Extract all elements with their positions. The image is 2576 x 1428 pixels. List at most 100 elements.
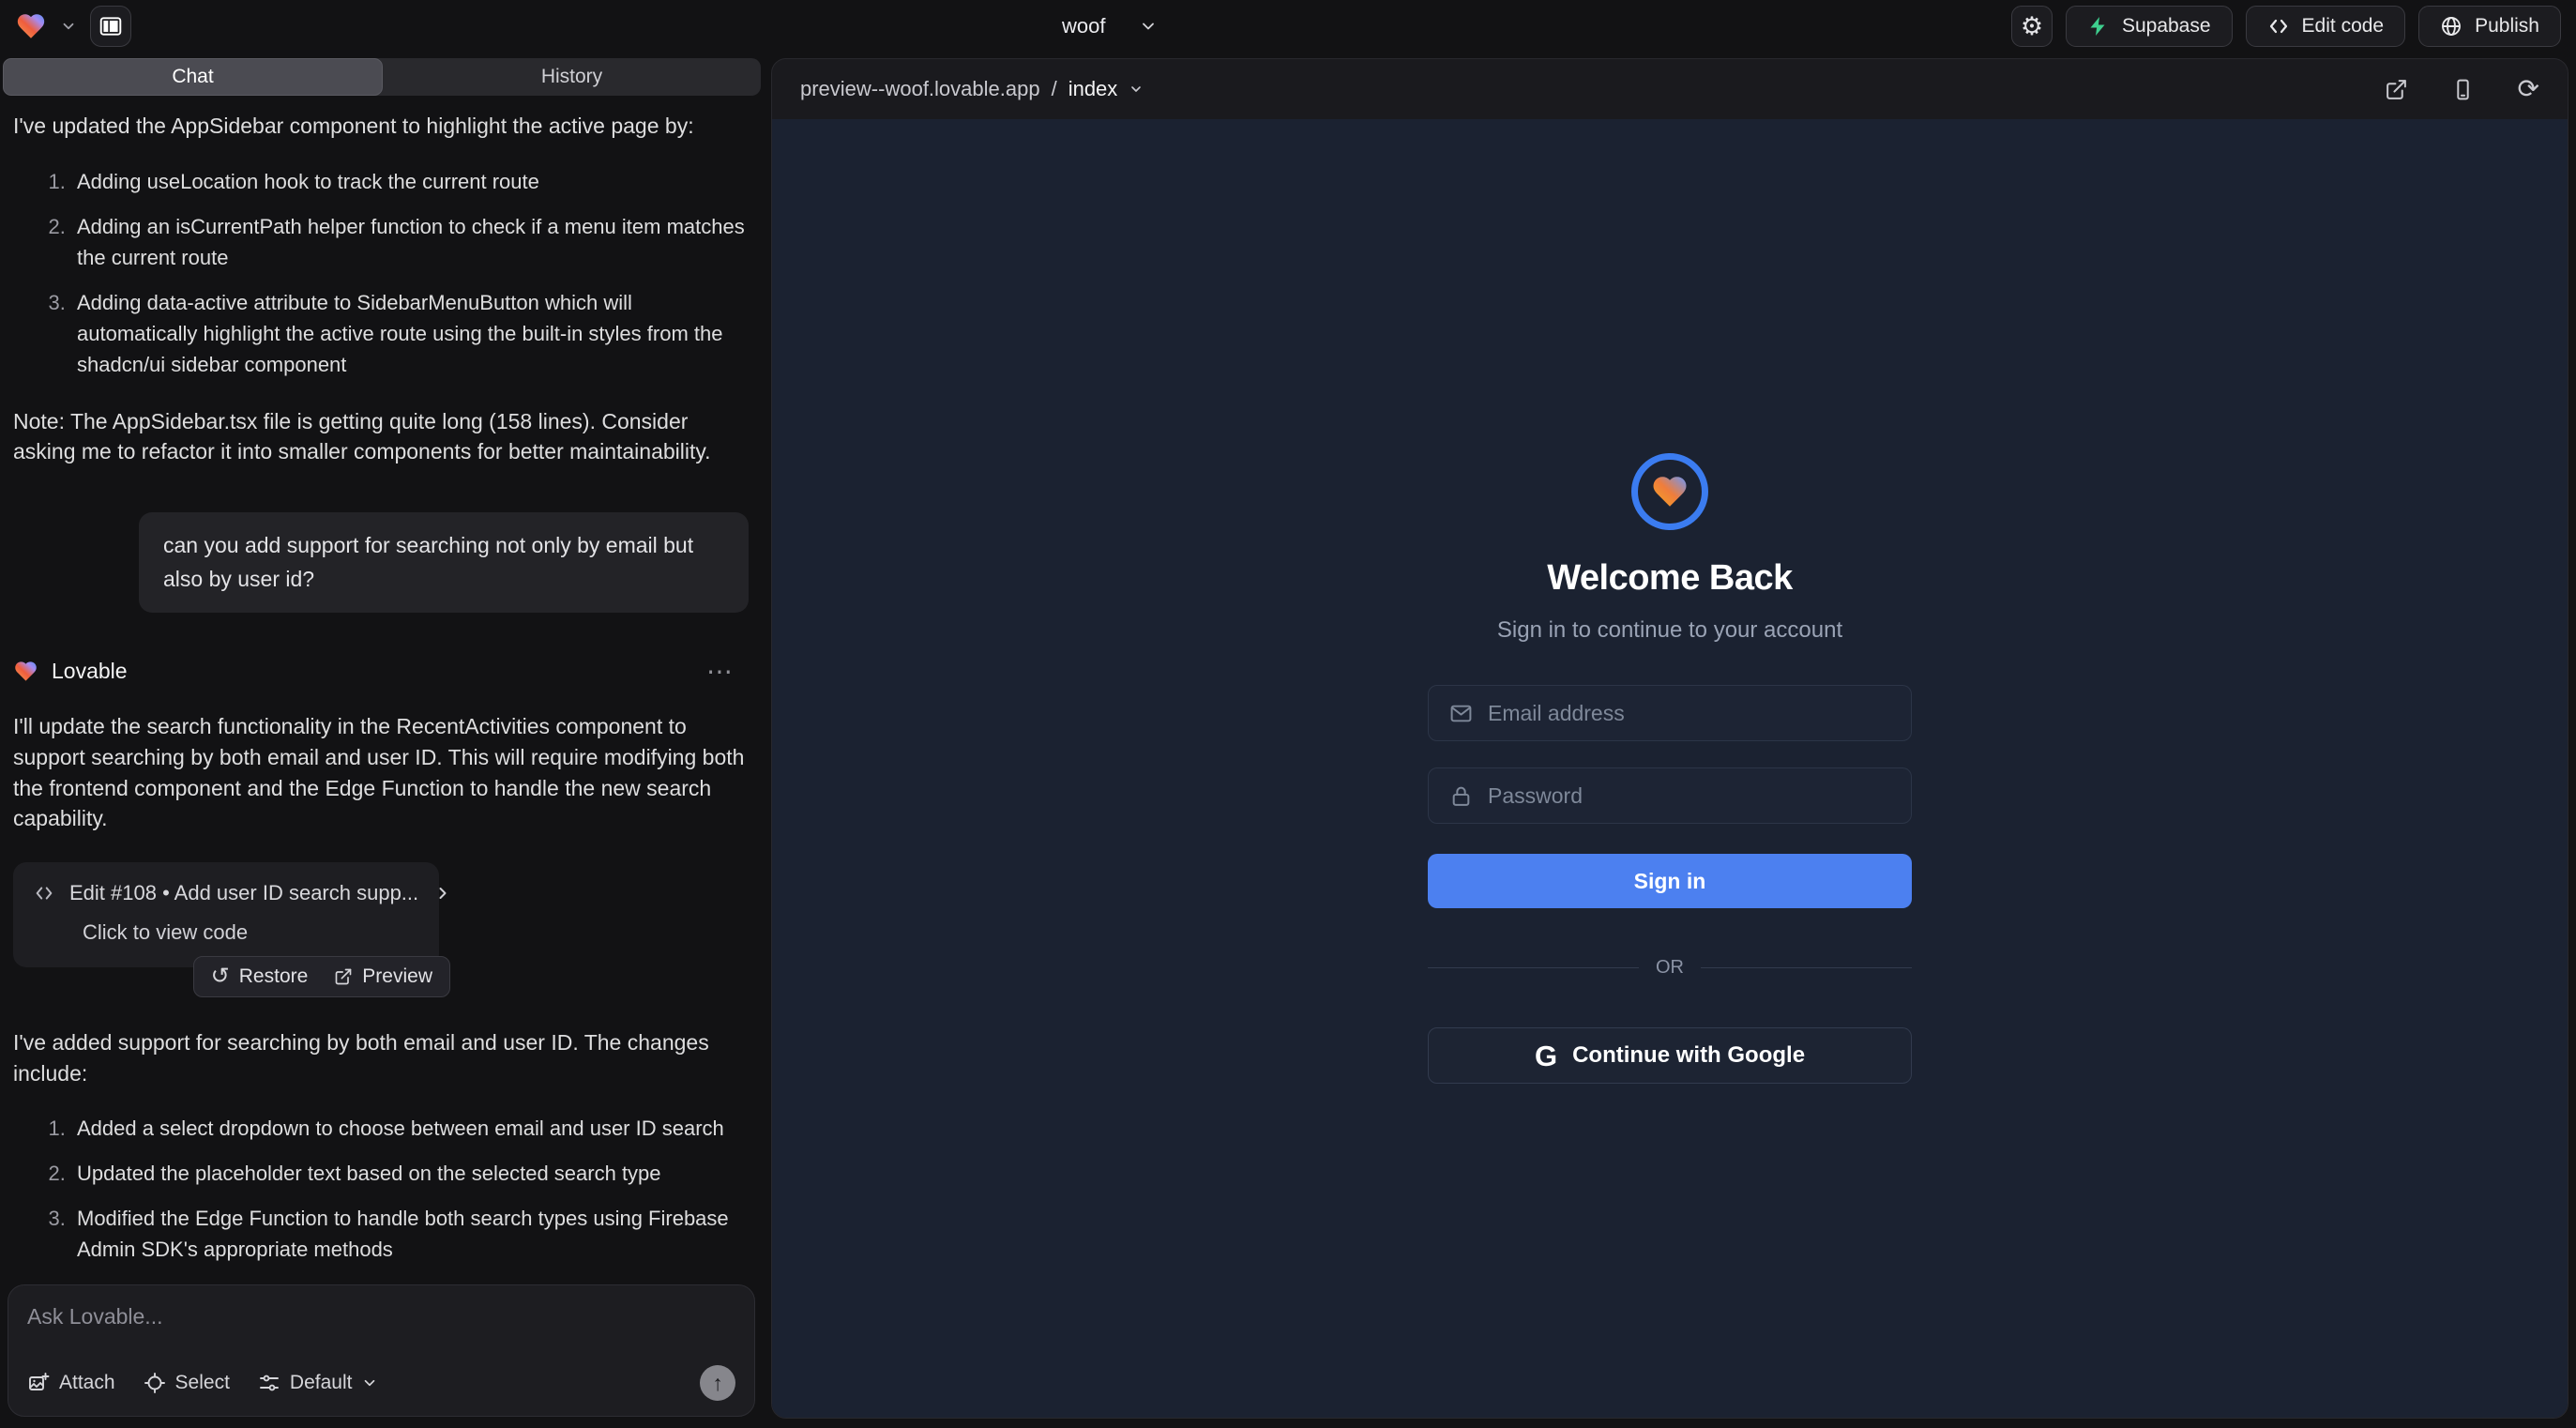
globe-icon xyxy=(2440,15,2462,38)
project-menu-chevron-icon[interactable] xyxy=(60,18,77,35)
url-chevron-down-icon xyxy=(1129,82,1144,97)
edit-card-actions: ↺ Restore Preview xyxy=(193,956,450,997)
project-name: woof xyxy=(1062,14,1105,38)
list-item: Adding data-active attribute to SidebarM… xyxy=(71,287,749,380)
assistant-name: Lovable xyxy=(52,659,128,684)
or-divider: OR xyxy=(1428,957,1912,979)
auth-title: Welcome Back xyxy=(1547,558,1793,599)
password-field[interactable] xyxy=(1488,783,1890,809)
list-item: Added a select dropdown to choose betwee… xyxy=(71,1113,749,1144)
attach-button[interactable]: Attach xyxy=(27,1372,115,1394)
google-button-label: Continue with Google xyxy=(1572,1042,1805,1069)
topbar: woof ⚙ Supabase Edit code xyxy=(0,0,2576,53)
divider-line-right xyxy=(1701,967,1912,968)
mobile-phone-icon xyxy=(2451,78,2475,101)
composer-toolbar: Attach Select Default xyxy=(27,1365,735,1401)
send-button[interactable]: ↑ xyxy=(700,1365,735,1401)
email-field-wrapper xyxy=(1428,685,1912,741)
lock-icon xyxy=(1449,784,1473,808)
topbar-right: ⚙ Supabase Edit code Publish xyxy=(2011,6,2561,47)
lovable-heart-icon xyxy=(13,659,38,684)
external-link-icon xyxy=(334,967,353,986)
assistant-header: Lovable ⋯ xyxy=(13,656,749,687)
publish-button[interactable]: Publish xyxy=(2418,6,2561,47)
password-field-wrapper xyxy=(1428,767,1912,824)
restore-button[interactable]: ↺ Restore xyxy=(211,965,309,988)
preview-url-bar[interactable]: preview--woof.lovable.app / index xyxy=(800,77,1144,101)
lovable-heart-logo[interactable] xyxy=(15,10,47,42)
divider-line-left xyxy=(1428,967,1639,968)
open-in-new-tab-button[interactable] xyxy=(2385,78,2408,101)
divider-label: OR xyxy=(1656,957,1684,979)
user-message-bubble: can you add support for searching not on… xyxy=(139,512,749,613)
assistant-message-intro: I've updated the AppSidebar component to… xyxy=(13,111,749,142)
restore-label: Restore xyxy=(239,965,309,988)
app-logo-ring xyxy=(1631,453,1708,530)
supabase-label: Supabase xyxy=(2122,15,2211,38)
select-label: Select xyxy=(175,1372,230,1394)
restore-icon: ↺ xyxy=(211,965,230,988)
composer: Attach Select Default xyxy=(8,1284,755,1417)
chat-tabbar: Chat History xyxy=(3,58,761,96)
sign-in-button[interactable]: Sign in xyxy=(1428,854,1912,908)
preview-app-content: Welcome Back Sign in to continue to your… xyxy=(772,119,2568,1418)
arrow-up-icon: ↑ xyxy=(712,1371,723,1396)
list-item: Modified the Edge Function to handle bot… xyxy=(71,1203,749,1265)
preview-page: index xyxy=(1068,77,1118,101)
select-button[interactable]: Select xyxy=(144,1372,230,1394)
sliders-icon xyxy=(258,1372,280,1394)
edit-card-wrapper: Edit #108 • Add user ID search supp... C… xyxy=(13,862,439,967)
google-g-icon: G xyxy=(1535,1041,1557,1071)
ask-lovable-input[interactable] xyxy=(27,1304,735,1329)
topbar-left xyxy=(15,6,131,47)
preview-header: preview--woof.lovable.app / index ⟳ xyxy=(772,59,2568,119)
model-label: Default xyxy=(290,1372,353,1394)
edit-code-button[interactable]: Edit code xyxy=(2246,6,2406,47)
supabase-bolt-icon xyxy=(2087,15,2110,38)
chat-message-list[interactable]: I've updated the AppSidebar component to… xyxy=(0,96,764,1271)
settings-button[interactable]: ⚙ xyxy=(2011,6,2053,47)
assistant-note: Note: The AppSidebar.tsx file is getting… xyxy=(13,406,749,467)
model-chevron-down-icon xyxy=(361,1375,378,1391)
assistant-message-2-intro: I'll update the search functionality in … xyxy=(13,711,749,834)
list-item: Adding an isCurrentPath helper function … xyxy=(71,211,749,273)
project-chevron-down-icon xyxy=(1139,17,1158,36)
refresh-button[interactable]: ⟳ xyxy=(2518,76,2539,102)
message-menu-button[interactable]: ⋯ xyxy=(706,656,735,687)
app-heart-logo-icon xyxy=(1650,472,1690,511)
email-field[interactable] xyxy=(1488,701,1890,726)
sidebar-toggle-button[interactable] xyxy=(90,6,131,47)
edit-card-subtitle: Click to view code xyxy=(83,920,418,945)
list-item: Updated the placeholder text based on th… xyxy=(71,1158,749,1189)
assistant-numbered-list: Adding useLocation hook to track the cur… xyxy=(13,166,749,380)
code-icon xyxy=(34,883,54,904)
auth-card: Welcome Back Sign in to continue to your… xyxy=(1428,453,1912,1084)
project-title[interactable]: woof xyxy=(1062,0,1158,53)
mobile-view-button[interactable] xyxy=(2451,78,2475,101)
edit-code-label: Edit code xyxy=(2302,15,2385,38)
tab-chat[interactable]: Chat xyxy=(3,58,383,96)
publish-label: Publish xyxy=(2475,15,2539,38)
tab-history[interactable]: History xyxy=(383,58,761,96)
chat-panel: Chat History I've updated the AppSidebar… xyxy=(0,53,764,1428)
edit-card[interactable]: Edit #108 • Add user ID search supp... C… xyxy=(13,862,439,967)
preview-panel: preview--woof.lovable.app / index ⟳ xyxy=(771,58,2568,1419)
assistant-summary: I've added support for searching by both… xyxy=(13,1027,749,1088)
url-separator: / xyxy=(1052,77,1057,101)
lovable-app: woof ⚙ Supabase Edit code xyxy=(0,0,2576,1428)
code-brackets-icon xyxy=(2267,15,2290,38)
chevron-right-icon xyxy=(433,884,452,903)
panel-left-icon xyxy=(98,14,123,38)
supabase-button[interactable]: Supabase xyxy=(2066,6,2233,47)
external-link-icon xyxy=(2385,78,2408,101)
attach-image-icon xyxy=(27,1372,50,1394)
model-selector-button[interactable]: Default xyxy=(258,1372,379,1394)
continue-with-google-button[interactable]: G Continue with Google xyxy=(1428,1027,1912,1084)
preview-button[interactable]: Preview xyxy=(334,965,432,988)
attach-label: Attach xyxy=(59,1372,115,1394)
edit-card-header: Edit #108 • Add user ID search supp... xyxy=(34,881,418,905)
mail-icon xyxy=(1449,702,1473,725)
main-area: Chat History I've updated the AppSidebar… xyxy=(0,53,2576,1428)
list-item: Adding useLocation hook to track the cur… xyxy=(71,166,749,197)
preview-actions: ⟳ xyxy=(2385,76,2539,102)
